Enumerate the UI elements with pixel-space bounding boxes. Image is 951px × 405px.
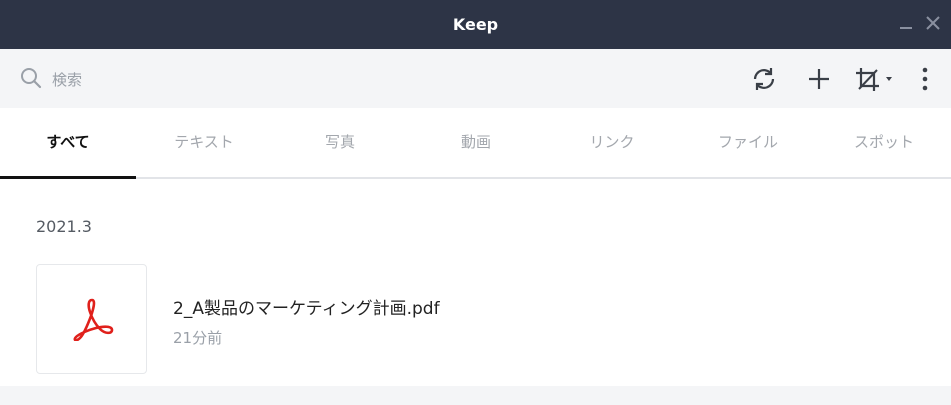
more-button[interactable] [915, 65, 935, 93]
tab-videos[interactable]: 動画 [408, 108, 544, 177]
toolbar [0, 49, 951, 108]
pdf-icon [73, 298, 114, 341]
crop-button[interactable] [853, 65, 895, 93]
close-icon [926, 16, 940, 30]
file-timestamp: 21分前 [173, 329, 223, 347]
refresh-icon [753, 68, 775, 90]
crop-icon [856, 68, 892, 91]
file-thumbnail [36, 264, 147, 374]
tab-photos[interactable]: 写真 [272, 108, 408, 177]
file-name: 2_A製品のマーケティング計画.pdf [173, 299, 440, 319]
chevron-down-icon [886, 77, 892, 81]
tab-spots[interactable]: スポット [816, 108, 951, 177]
refresh-button[interactable] [750, 65, 778, 93]
tab-links[interactable]: リンク [544, 108, 680, 177]
content-area: 2021.3 2_A製品のマーケティング計画.pdf 21分前 [0, 179, 951, 386]
tab-files[interactable]: ファイル [680, 108, 816, 177]
search-icon [20, 67, 42, 89]
close-button[interactable] [924, 14, 942, 32]
title-bar: Keep [0, 0, 951, 49]
category-tabs: すべて テキスト 写真 動画 リンク ファイル スポット [0, 108, 951, 179]
window-title: Keep [452, 15, 499, 34]
tab-text[interactable]: テキスト [136, 108, 272, 177]
add-button[interactable] [805, 65, 833, 93]
date-heading: 2021.3 [36, 217, 92, 236]
bottom-strip [0, 386, 951, 405]
add-icon [809, 69, 829, 89]
minimize-icon [900, 27, 912, 29]
minimize-button[interactable] [897, 14, 915, 32]
list-item[interactable]: 2_A製品のマーケティング計画.pdf 21分前 [36, 264, 916, 374]
search-input[interactable] [50, 66, 354, 94]
tab-all[interactable]: すべて [0, 108, 136, 179]
more-vertical-icon [922, 67, 928, 91]
